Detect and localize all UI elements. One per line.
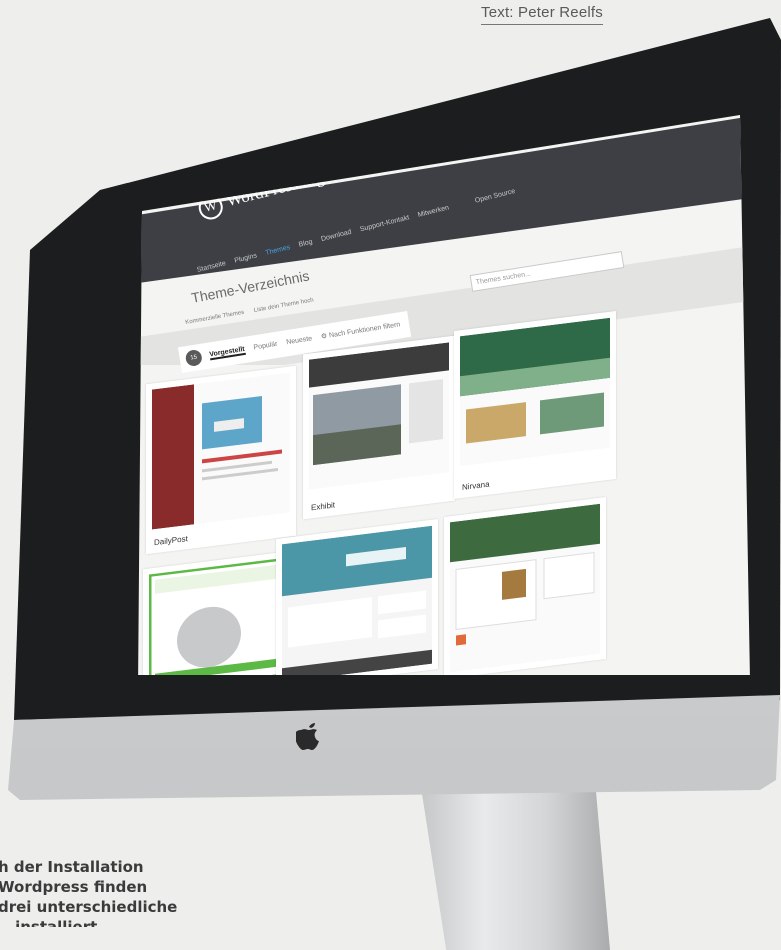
- theme-thumbnail: [152, 372, 290, 530]
- theme-card-dailypost[interactable]: DailyPost: [146, 365, 296, 555]
- filter-newest[interactable]: Neueste: [286, 335, 313, 346]
- caption-line: drei unterschiedliche: [0, 898, 178, 916]
- photo-caption: h der Installation Wordpress finden drei…: [0, 857, 177, 927]
- caption-line: h der Installation: [0, 858, 144, 876]
- theme-card-6[interactable]: [444, 497, 606, 675]
- theme-thumbnail: [282, 525, 432, 675]
- theme-card-nirvana[interactable]: Nirvana: [454, 311, 616, 499]
- caption-line: ...installiert: [0, 918, 98, 927]
- theme-count-badge: 15: [184, 348, 203, 368]
- filter-feature[interactable]: ⚙ Nach Funktionen filtern: [320, 320, 409, 341]
- theme-name: DailyPost: [154, 534, 188, 548]
- theme-thumbnail: [450, 503, 600, 673]
- monitor-screen: WWordPress.orgDeutsch StartseitePluginsT…: [138, 115, 750, 675]
- imac-monitor: WWordPress.orgDeutsch StartseitePluginsT…: [0, 0, 781, 947]
- filter-featured[interactable]: Vorgestellt: [208, 345, 246, 361]
- theme-thumbnail: [460, 317, 610, 467]
- filter-popular[interactable]: Populär: [253, 341, 278, 352]
- theme-thumbnail: [149, 557, 287, 675]
- sub-nav-upload[interactable]: Liste dein Theme hoch: [253, 297, 314, 313]
- theme-name: Exhibit: [311, 500, 336, 513]
- filter-feature-label: Nach Funktionen filtern: [328, 321, 401, 340]
- theme-name: Nirvana: [462, 479, 490, 492]
- theme-card-exhibit[interactable]: Exhibit: [303, 335, 455, 520]
- theme-card-4[interactable]: [143, 550, 293, 675]
- theme-thumbnail: [309, 342, 449, 490]
- theme-card-5[interactable]: [276, 519, 438, 675]
- apple-logo-icon: [296, 723, 319, 750]
- caption-line: Wordpress finden: [0, 878, 148, 896]
